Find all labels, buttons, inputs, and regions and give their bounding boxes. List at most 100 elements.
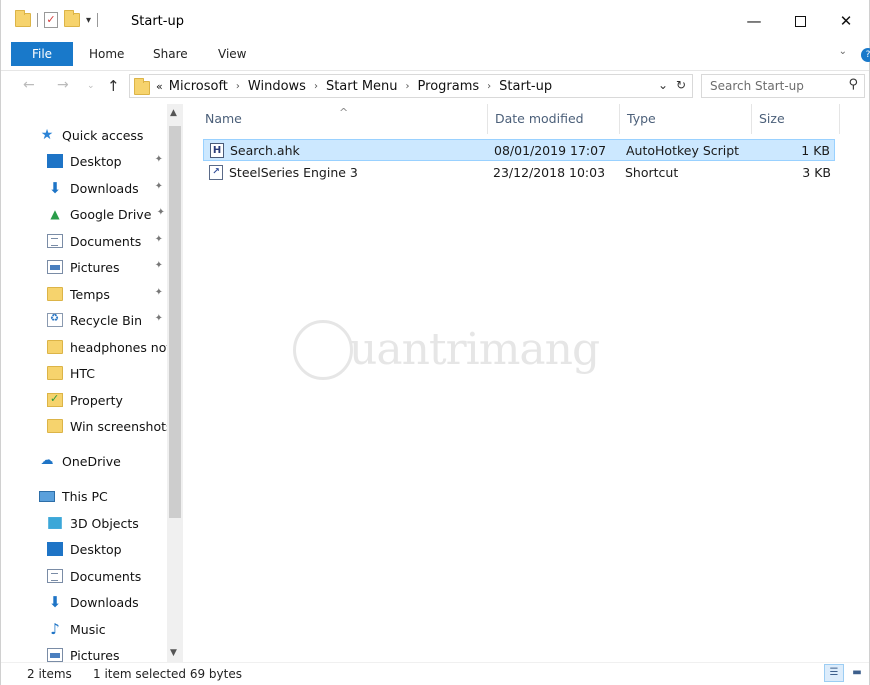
address-dropdown-chevron-icon[interactable]: ⌄ xyxy=(658,78,668,92)
nav-label: Property xyxy=(70,392,123,408)
close-button[interactable]: ✕ xyxy=(823,0,869,42)
pin-icon[interactable]: ✦ xyxy=(155,234,163,245)
tab-home[interactable]: Home xyxy=(89,42,124,66)
recent-locations-chevron-icon[interactable]: ⌄ xyxy=(87,81,95,91)
back-arrow-icon[interactable]: ← xyxy=(23,77,35,93)
up-arrow-icon[interactable]: ↑ xyxy=(107,77,120,95)
pictures-icon xyxy=(47,648,63,662)
breadcrumb-separator-icon[interactable]: › xyxy=(236,81,240,92)
breadcrumb-separator-icon[interactable]: › xyxy=(314,81,318,92)
status-selection: 1 item selected 69 bytes xyxy=(93,667,242,681)
maximize-button[interactable] xyxy=(777,0,823,42)
tab-file[interactable]: File xyxy=(11,42,73,66)
explorer-window: ✓ ▾ Start-up — ✕ File Home Share View ⌄ … xyxy=(0,0,870,685)
scrollbar-thumb[interactable] xyxy=(169,126,181,518)
breadcrumb-microsoft[interactable]: Microsoft xyxy=(169,79,228,94)
refresh-icon[interactable]: ↻ xyxy=(676,78,686,92)
minimize-button[interactable]: — xyxy=(731,0,777,42)
search-box[interactable]: ⚲ xyxy=(701,74,865,98)
nav-item-google-drive[interactable]: ▲ Google Drive ✦ xyxy=(47,201,167,227)
nav-item-htc[interactable]: HTC xyxy=(47,360,167,386)
file-type: Shortcut xyxy=(625,165,679,180)
navigation-pane: ★ Quick access Desktop ✦ ⬇ Downloads ✦ ▲… xyxy=(1,104,183,662)
customize-toolbar-chevron-icon[interactable]: ▾ xyxy=(86,15,91,26)
desktop-icon xyxy=(47,154,63,168)
toolbar-separator xyxy=(97,13,99,27)
breadcrumb-start-menu[interactable]: Start Menu xyxy=(326,79,398,94)
file-row[interactable]: ↗ SteelSeries Engine 3 23/12/2018 10:03 … xyxy=(203,162,835,184)
breadcrumb-programs[interactable]: Programs xyxy=(418,79,480,94)
pin-icon[interactable]: ✦ xyxy=(155,181,163,192)
nav-item-pc-desktop[interactable]: Desktop xyxy=(47,536,167,562)
maximize-icon xyxy=(794,16,806,27)
nav-item-music[interactable]: ♪ Music xyxy=(47,616,167,642)
nav-label: Music xyxy=(70,621,106,637)
breadcrumb-windows[interactable]: Windows xyxy=(248,79,306,94)
search-icon[interactable]: ⚲ xyxy=(848,77,858,92)
nav-item-headphones[interactable]: headphones not xyxy=(47,334,167,360)
search-input[interactable] xyxy=(702,75,832,97)
breadcrumb-separator-icon[interactable]: › xyxy=(487,81,491,92)
google-drive-icon: ▲ xyxy=(50,207,60,221)
pin-icon[interactable]: ✦ xyxy=(155,260,163,271)
nav-item-pc-pictures[interactable]: Pictures xyxy=(47,642,167,662)
breadcrumb-start-up[interactable]: Start-up xyxy=(499,79,552,94)
nav-label: 3D Objects xyxy=(70,515,139,531)
column-divider[interactable] xyxy=(839,104,840,134)
large-icons-view-icon[interactable]: ▬ xyxy=(847,664,867,682)
address-bar[interactable]: « Microsoft › Windows › Start Menu › Pro… xyxy=(129,74,693,98)
nav-label: Google Drive xyxy=(70,206,152,222)
column-header-size[interactable]: Size xyxy=(751,104,839,134)
tab-share[interactable]: Share xyxy=(153,42,188,66)
nav-pane-scrollbar[interactable]: ▲ ▼ xyxy=(167,104,183,662)
scroll-down-chevron-icon[interactable]: ▼ xyxy=(170,648,177,658)
help-icon[interactable]: ? xyxy=(861,48,870,62)
nav-label: HTC xyxy=(70,365,96,381)
nav-label: Recycle Bin xyxy=(70,312,143,328)
expand-ribbon-chevron-icon[interactable]: ⌄ xyxy=(839,46,847,57)
properties-icon[interactable]: ✓ xyxy=(44,12,58,28)
watermark-logo-icon xyxy=(293,320,353,380)
nav-item-downloads[interactable]: ⬇ Downloads ✦ xyxy=(47,175,167,201)
column-header-type[interactable]: Type xyxy=(619,104,751,134)
nav-this-pc[interactable]: This PC xyxy=(39,483,167,509)
nav-quick-access[interactable]: ★ Quick access xyxy=(39,122,167,148)
view-switcher: ☰ ▬ xyxy=(824,664,867,682)
folder-icon xyxy=(47,287,63,301)
column-label: Name xyxy=(205,111,242,126)
pin-icon[interactable]: ✦ xyxy=(157,207,165,218)
scroll-up-chevron-icon[interactable]: ▲ xyxy=(170,108,177,118)
pin-icon[interactable]: ✦ xyxy=(155,313,163,324)
nav-item-pc-downloads[interactable]: ⬇ Downloads xyxy=(47,589,167,615)
documents-icon xyxy=(47,569,63,583)
tab-view[interactable]: View xyxy=(218,42,246,66)
file-row[interactable]: H Search.ahk 08/01/2019 17:07 AutoHotkey… xyxy=(203,139,835,161)
pin-icon[interactable]: ✦ xyxy=(155,154,163,165)
nav-item-win-screenshots[interactable]: Win screenshots xyxy=(47,413,167,439)
nav-item-recycle-bin[interactable]: Recycle Bin ✦ xyxy=(47,307,167,333)
nav-item-temps[interactable]: Temps ✦ xyxy=(47,281,167,307)
title-bar: ✓ ▾ Start-up — ✕ xyxy=(1,0,869,42)
pin-icon[interactable]: ✦ xyxy=(155,287,163,298)
breadcrumb-overflow[interactable]: « xyxy=(156,80,163,93)
column-header-name[interactable]: Name ^ xyxy=(197,104,487,134)
nav-label: Downloads xyxy=(70,180,139,196)
address-row: ← → ⌄ ↑ « Microsoft › Windows › Start Me… xyxy=(1,70,869,100)
nav-item-property[interactable]: Property xyxy=(47,387,167,413)
nav-item-desktop[interactable]: Desktop ✦ xyxy=(47,148,167,174)
3d-objects-icon xyxy=(48,517,62,529)
nav-item-documents[interactable]: Documents ✦ xyxy=(47,228,167,254)
nav-onedrive[interactable]: ☁ OneDrive xyxy=(39,448,167,474)
nav-item-pc-documents[interactable]: Documents xyxy=(47,563,167,589)
watermark: uantrimang xyxy=(293,318,603,384)
cloud-icon: ☁ xyxy=(40,453,54,468)
column-header-date[interactable]: Date modified xyxy=(487,104,619,134)
details-view-icon[interactable]: ☰ xyxy=(824,664,844,682)
nav-item-pictures[interactable]: Pictures ✦ xyxy=(47,254,167,280)
new-folder-icon[interactable] xyxy=(64,10,80,27)
forward-arrow-icon[interactable]: → xyxy=(57,77,69,93)
nav-label: Win screenshots xyxy=(70,418,167,434)
nav-label: Pictures xyxy=(70,647,120,663)
breadcrumb-separator-icon[interactable]: › xyxy=(406,81,410,92)
nav-item-3d-objects[interactable]: 3D Objects xyxy=(47,510,167,536)
